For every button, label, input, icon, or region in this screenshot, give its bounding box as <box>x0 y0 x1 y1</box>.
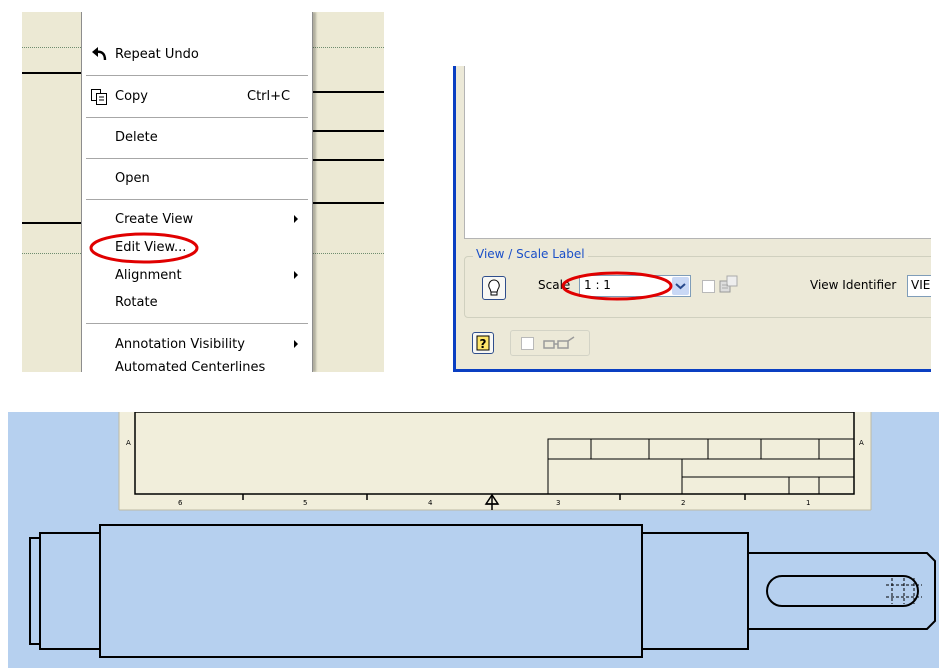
menu-item-label: Alignment <box>115 268 182 283</box>
zone-number: 5 <box>303 499 307 507</box>
drawing-border-dotted-line <box>22 253 81 254</box>
menu-item-label: Automated Centerlines <box>115 360 266 372</box>
drawing-line <box>22 222 81 224</box>
zone-number: 3 <box>556 499 560 507</box>
edit-view-dialog: View / Scale Label Scale 1 : 1 View Iden… <box>453 66 931 372</box>
svg-text:?: ? <box>480 337 487 351</box>
zone-number: 4 <box>428 499 433 507</box>
zone-number: 6 <box>178 499 183 507</box>
context-menu: Repeat Undo Copy Ctrl+C Delete Open Crea… <box>81 12 313 372</box>
menu-item-label: Rotate <box>115 295 158 310</box>
drawing-border-dotted-line <box>312 253 384 254</box>
light-bulb-icon <box>488 279 500 296</box>
help-button[interactable]: ? <box>472 332 494 354</box>
submenu-arrow-icon <box>294 215 298 223</box>
group-title: View / Scale Label <box>473 247 588 261</box>
hidden-lines <box>886 578 922 604</box>
sheet-paper <box>119 412 871 510</box>
menu-item-label: Delete <box>115 130 158 145</box>
visibility-checkbox[interactable] <box>521 337 534 350</box>
menu-item-rotate[interactable]: Rotate <box>82 290 312 316</box>
display-options-group <box>510 330 590 356</box>
menu-separator <box>86 75 308 76</box>
drawing-line <box>312 159 384 161</box>
view-identifier-value: VIE <box>911 278 931 292</box>
dialog-frame <box>453 66 456 372</box>
zone-number: 1 <box>806 499 810 507</box>
drawing-line <box>312 91 384 93</box>
highlight-ellipse <box>89 232 199 264</box>
shaft-part-view <box>29 524 936 658</box>
drawing-border-dotted-line <box>312 47 384 48</box>
style-from-standard-icon[interactable] <box>718 273 740 298</box>
submenu-arrow-icon <box>294 340 298 348</box>
drawing-line <box>312 130 384 132</box>
menu-item-alignment[interactable]: Alignment <box>82 263 312 289</box>
menu-item-open[interactable]: Open <box>82 166 312 192</box>
menu-separator <box>86 323 308 324</box>
menu-item-label: Copy <box>115 89 148 104</box>
light-bulb-button[interactable] <box>482 276 506 300</box>
zone-letter: A <box>859 439 864 447</box>
menu-item-shortcut: Ctrl+C <box>247 89 291 104</box>
undo-arrow-icon <box>90 46 108 74</box>
menu-separator <box>86 199 308 200</box>
glasses-icon[interactable] <box>541 334 577 355</box>
drawing-line <box>22 72 81 74</box>
zone-letter: A <box>126 439 131 447</box>
menu-item-create-view[interactable]: Create View <box>82 207 312 233</box>
menu-separator <box>86 117 308 118</box>
menu-item-label: Create View <box>115 212 194 227</box>
submenu-arrow-icon <box>294 271 298 279</box>
menu-separator <box>86 158 308 159</box>
zone-number: 2 <box>681 499 685 507</box>
menu-item-copy[interactable]: Copy Ctrl+C <box>82 84 312 110</box>
menu-item-label: Repeat Undo <box>115 47 199 62</box>
menu-item-automated-centerlines[interactable]: Automated Centerlines <box>82 360 312 372</box>
menu-item-delete[interactable]: Delete <box>82 125 312 151</box>
view-identifier-field[interactable]: VIE <box>907 275 931 297</box>
preview-area <box>464 66 931 239</box>
drawing-line <box>312 202 384 204</box>
highlight-ellipse <box>561 271 673 301</box>
context-menu-panel: Repeat Undo Copy Ctrl+C Delete Open Crea… <box>22 12 384 372</box>
dialog-frame <box>453 369 931 372</box>
drawing-sheet: 6 5 4 3 2 1 A A <box>29 412 936 658</box>
scale-label-checkbox[interactable] <box>702 280 715 293</box>
menu-item-repeat-undo[interactable]: Repeat Undo <box>82 42 312 68</box>
menu-item-label: Open <box>115 171 150 186</box>
drawing-border-dotted-line <box>22 47 81 48</box>
drawing-canvas: 6 5 4 3 2 1 A A <box>8 412 939 668</box>
copy-icon <box>90 88 108 116</box>
help-icon: ? <box>476 335 490 351</box>
view-identifier-label: View Identifier <box>810 278 897 292</box>
